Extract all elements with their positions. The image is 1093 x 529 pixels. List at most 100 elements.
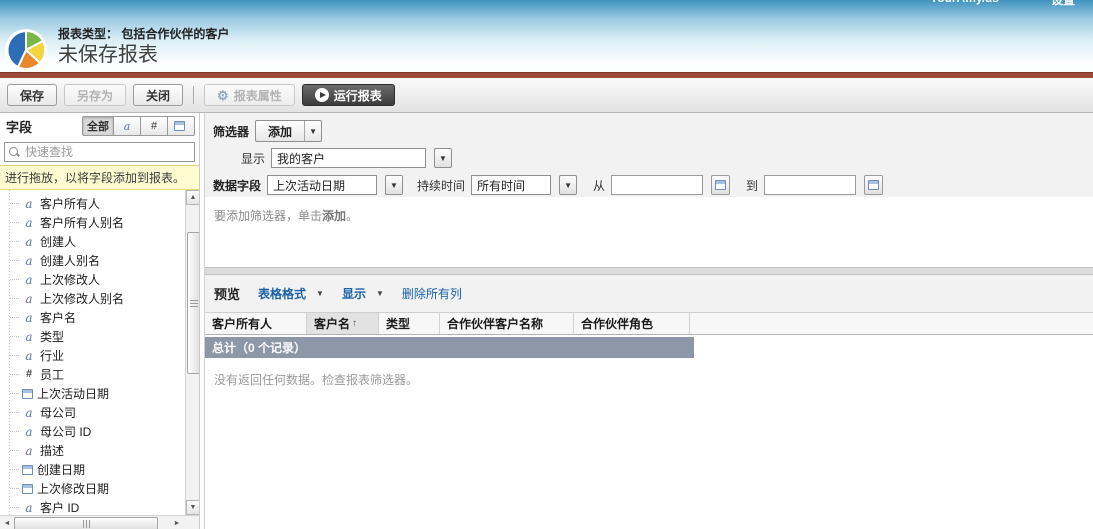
to-label: 到 bbox=[746, 177, 758, 194]
field-label: 母公司 ID bbox=[40, 423, 91, 440]
field-type-icon bbox=[22, 217, 36, 229]
header-account-text[interactable]: YourAmy.us bbox=[930, 0, 999, 8]
from-date-input[interactable] bbox=[611, 175, 703, 195]
search-icon bbox=[9, 147, 18, 156]
scroll-left-button[interactable]: ◄ bbox=[0, 516, 14, 529]
field-type-icon bbox=[22, 426, 36, 438]
chevron-down-icon[interactable]: ▼ bbox=[376, 289, 384, 298]
date-filter-row: 数据字段 上次活动日期 ▼ 持续时间 所有时间 ▼ 从 到 bbox=[205, 172, 1093, 198]
field-label: 描述 bbox=[40, 442, 64, 459]
field-list-item[interactable]: 母公司 ID bbox=[0, 422, 199, 441]
field-type-icon bbox=[22, 312, 36, 324]
column-header[interactable]: 客户所有人 bbox=[205, 313, 307, 334]
field-filter-all-button[interactable]: 全部 bbox=[82, 116, 114, 136]
column-header[interactable]: 合作伙伴角色 bbox=[574, 313, 690, 334]
save-button[interactable]: 保存 bbox=[7, 84, 57, 106]
scroll-right-button[interactable]: ► bbox=[170, 516, 184, 529]
show-row: 显示 我的客户 ▼ bbox=[205, 144, 1093, 172]
report-properties-button[interactable]: ⚙ 报表属性 bbox=[204, 84, 295, 106]
field-type-icon bbox=[22, 369, 36, 380]
vertical-scroll-thumb[interactable] bbox=[187, 232, 199, 374]
remove-all-columns-link[interactable]: 删除所有列 bbox=[402, 285, 462, 302]
close-button[interactable]: 关闭 bbox=[133, 84, 183, 106]
hint-add-word: 添加 bbox=[322, 209, 346, 223]
field-list-item[interactable]: 母公司 bbox=[0, 403, 199, 422]
field-type-icon bbox=[22, 350, 36, 362]
field-label: 创建日期 bbox=[37, 461, 85, 478]
table-format-link[interactable]: 表格格式 bbox=[258, 285, 306, 302]
filters-row: 筛选器 添加 ▼ bbox=[205, 118, 1093, 144]
report-type-label: 报表类型： bbox=[58, 27, 118, 41]
field-list-item[interactable]: 创建日期 bbox=[0, 460, 199, 479]
field-list-item[interactable]: 客户 ID bbox=[0, 498, 199, 515]
column-header[interactable]: 合作伙伴客户名称 bbox=[440, 313, 574, 334]
field-label: 行业 bbox=[40, 347, 64, 364]
column-header-filler bbox=[690, 313, 1093, 334]
field-list-item[interactable]: 描述 bbox=[0, 441, 199, 460]
to-date-input[interactable] bbox=[764, 175, 856, 195]
field-list-item[interactable]: 员工 bbox=[0, 365, 199, 384]
field-list-item[interactable]: 客户所有人 bbox=[0, 194, 199, 213]
field-list-item[interactable]: 创建人别名 bbox=[0, 251, 199, 270]
field-label: 上次修改日期 bbox=[37, 480, 109, 497]
field-list-item[interactable]: 上次修改人 bbox=[0, 270, 199, 289]
scroll-up-button[interactable]: ▲ bbox=[186, 190, 199, 205]
column-header[interactable]: 类型 bbox=[379, 313, 440, 334]
field-list-item[interactable]: 创建人 bbox=[0, 232, 199, 251]
preview-pane: 预览 表格格式 ▼ 显示 ▼ 删除所有列 客户所有人 客 bbox=[205, 275, 1093, 529]
show-select[interactable]: 我的客户 bbox=[271, 148, 426, 168]
field-list: 客户所有人 客户所有人别名 创建人 bbox=[0, 190, 199, 515]
field-label: 员工 bbox=[40, 366, 64, 383]
field-list-item[interactable]: 客户所有人别名 bbox=[0, 213, 199, 232]
to-date-calendar-button[interactable] bbox=[864, 175, 883, 195]
duration-arrow-button[interactable]: ▼ bbox=[559, 175, 577, 195]
field-filter-date-button[interactable] bbox=[168, 116, 195, 136]
field-list-item[interactable]: 类型 bbox=[0, 327, 199, 346]
field-list-item[interactable]: 上次修改人别名 bbox=[0, 289, 199, 308]
preview-show-link[interactable]: 显示 bbox=[342, 285, 366, 302]
save-as-button[interactable]: 另存为 bbox=[64, 84, 126, 106]
show-label: 显示 bbox=[241, 150, 265, 167]
from-date-calendar-button[interactable] bbox=[711, 175, 730, 195]
field-list-item[interactable]: 上次活动日期 bbox=[0, 384, 199, 403]
pane-divider[interactable] bbox=[205, 267, 1093, 275]
report-builder-app: YourAmy.us 设置 报表类型： 包括合作伙伴的客户 未保存报表 保存 另… bbox=[0, 0, 1093, 529]
chevron-down-icon[interactable]: ▼ bbox=[316, 289, 324, 298]
filters-pane: 筛选器 添加 ▼ 显示 我的客户 ▼ 数据字段 上次活动日期 ▼ 持续时间 bbox=[205, 113, 1093, 197]
show-select-arrow-button[interactable]: ▼ bbox=[434, 148, 452, 168]
field-list-item[interactable]: 上次修改日期 bbox=[0, 479, 199, 498]
column-label: 合作伙伴角色 bbox=[581, 315, 653, 332]
duration-select[interactable]: 所有时间 bbox=[471, 175, 551, 195]
header-links: YourAmy.us 设置 bbox=[930, 0, 1075, 8]
preview-header: 预览 表格格式 ▼ 显示 ▼ 删除所有列 bbox=[205, 275, 1093, 312]
add-filter-button[interactable]: 添加 ▼ bbox=[255, 120, 322, 142]
report-type-value: 包括合作伙伴的客户 bbox=[121, 27, 229, 41]
field-list-item[interactable]: 行业 bbox=[0, 346, 199, 365]
settings-link[interactable]: 设置 bbox=[1051, 0, 1075, 8]
field-list-item[interactable]: 客户名 bbox=[0, 308, 199, 327]
field-type-filter-group: 全部 a # bbox=[82, 116, 195, 136]
body-row: 字段 全部 a # 进行拖放，以将字段添加到报表。 客 bbox=[0, 113, 1093, 529]
column-label: 客户名 bbox=[314, 315, 350, 332]
calendar-icon bbox=[174, 121, 185, 131]
run-report-button[interactable]: 运行报表 bbox=[302, 84, 395, 106]
filters-hint-message: 要添加筛选器，单击添加。 bbox=[205, 197, 1093, 267]
vertical-scrollbar[interactable]: ▲ ▼ bbox=[185, 190, 199, 515]
grand-total-row: 总计（0 个记录） bbox=[205, 337, 694, 358]
field-type-icon bbox=[22, 407, 36, 419]
chevron-down-icon[interactable]: ▼ bbox=[304, 121, 321, 141]
date-field-select[interactable]: 上次活动日期 bbox=[267, 175, 377, 195]
column-label: 合作伙伴客户名称 bbox=[447, 315, 543, 332]
field-label: 母公司 bbox=[40, 404, 76, 421]
column-header[interactable]: 客户名 ↑ bbox=[307, 313, 379, 334]
field-filter-text-button[interactable]: a bbox=[114, 116, 141, 136]
play-icon bbox=[315, 88, 329, 102]
field-type-icon bbox=[22, 236, 36, 248]
scroll-down-button[interactable]: ▼ bbox=[186, 500, 199, 515]
field-filter-number-button[interactable]: # bbox=[141, 116, 168, 136]
horizontal-scrollbar[interactable]: ◄ ► bbox=[0, 515, 199, 529]
quick-find-input[interactable] bbox=[4, 142, 195, 162]
date-field-arrow-button[interactable]: ▼ bbox=[385, 175, 403, 195]
horizontal-scroll-thumb[interactable] bbox=[14, 517, 158, 529]
field-type-icon bbox=[22, 502, 36, 514]
